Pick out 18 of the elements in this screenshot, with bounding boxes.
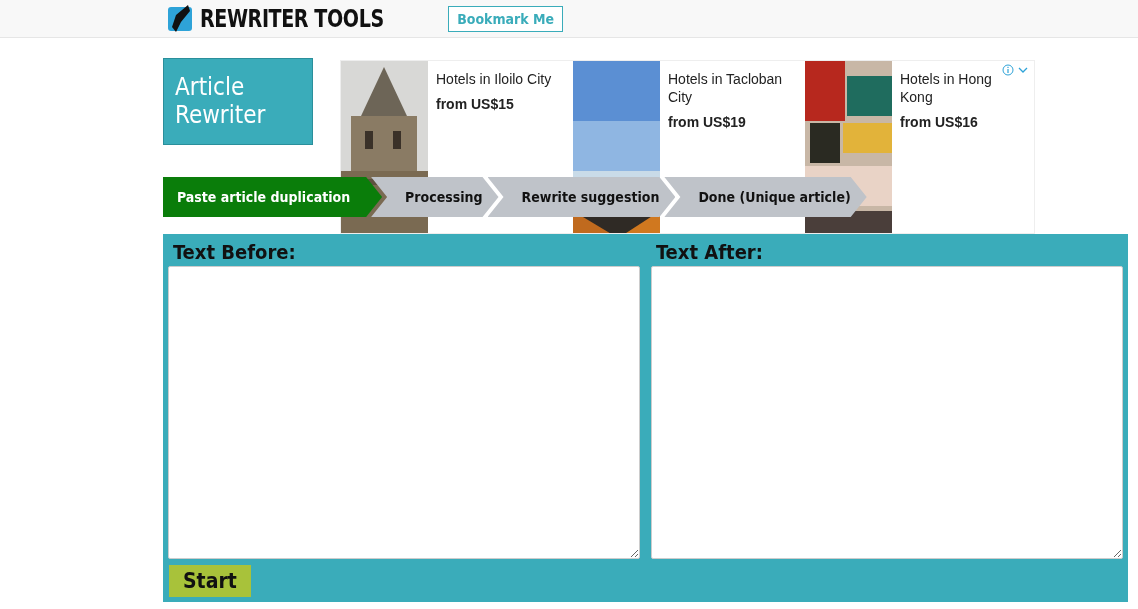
text-label: Text Before: xyxy=(172,240,297,264)
hotel-price: from US$19 xyxy=(668,114,747,130)
text-area[interactable] xyxy=(168,266,640,559)
start-button[interactable]: Start xyxy=(169,565,251,597)
tool-title: Article Rewriter xyxy=(163,58,313,145)
progress-step: Rewrite suggestion xyxy=(487,177,676,217)
hotel-title: Hotels in Tacloban City xyxy=(668,70,784,106)
progress-step: Done (Unique article) xyxy=(664,177,867,217)
pen-nib-icon xyxy=(168,4,194,33)
text-label: Text After: xyxy=(655,240,764,264)
hotel-price: from US$15 xyxy=(436,96,515,112)
hotel-title: Hotels in Hong Kong xyxy=(900,70,993,106)
hotel-price: from US$16 xyxy=(900,114,979,130)
text-area[interactable] xyxy=(651,266,1123,559)
progress-step: Processing xyxy=(371,177,499,217)
hotel-title: Hotels in Iloilo City xyxy=(436,70,553,88)
progress-step: Paste article duplication xyxy=(163,177,383,217)
logo-text: REWRITER TOOLS xyxy=(200,4,384,33)
